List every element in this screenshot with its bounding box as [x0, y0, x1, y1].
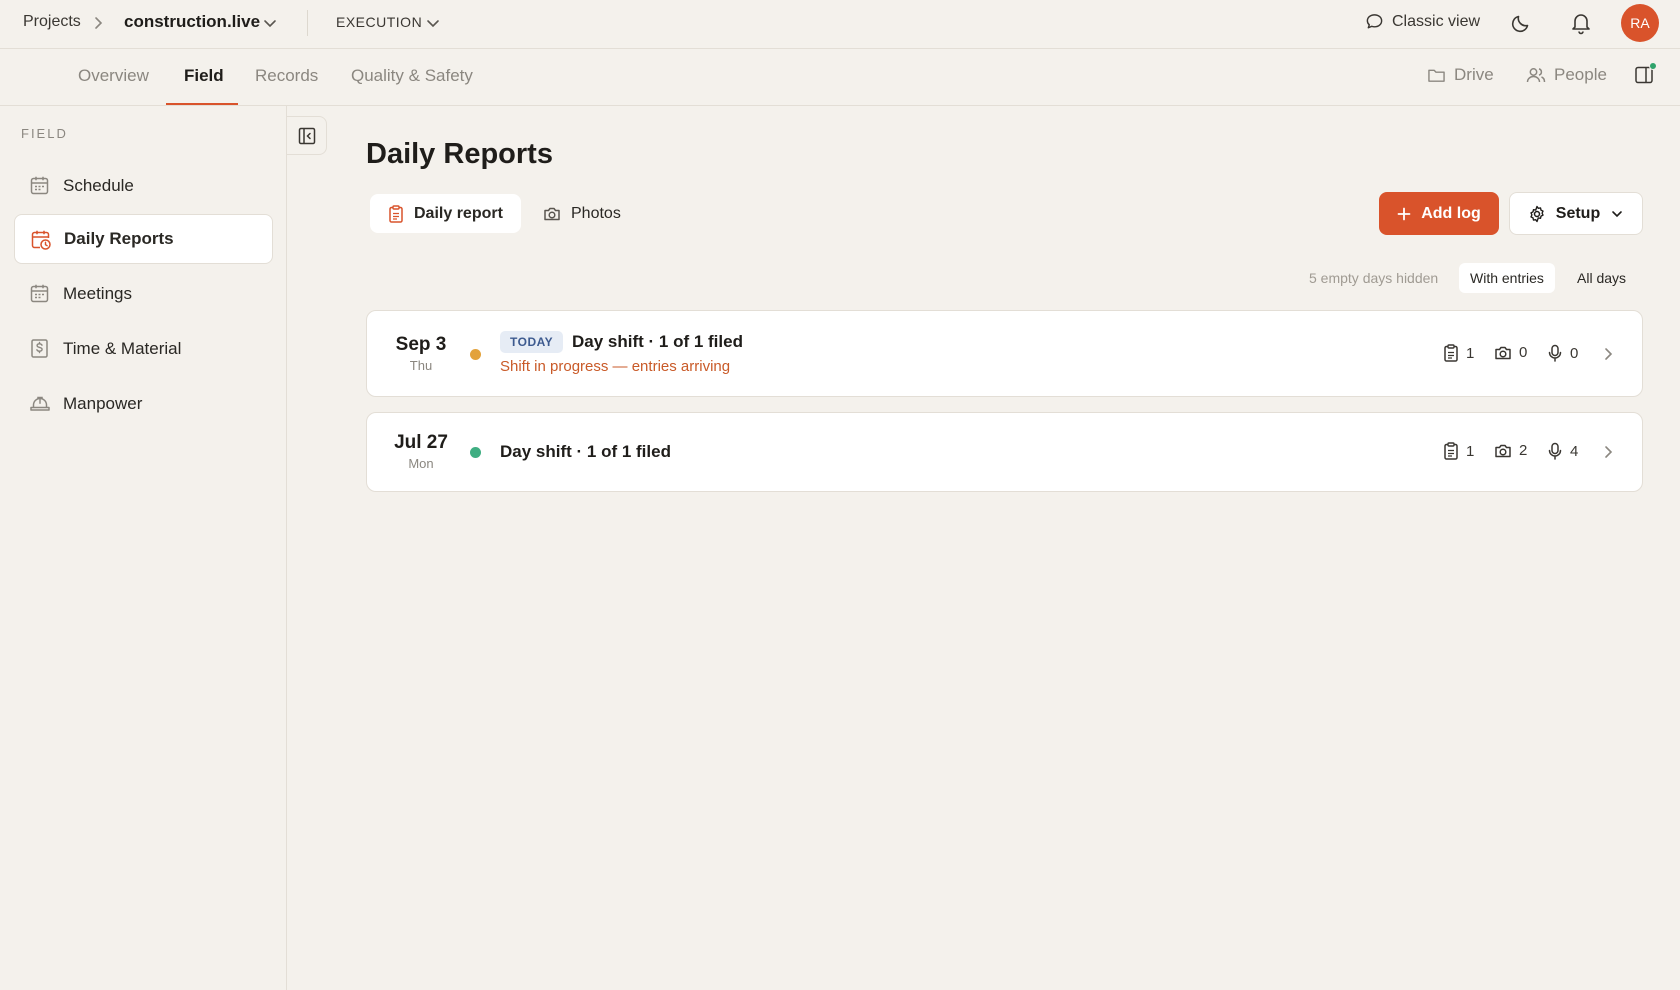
sidebar-item-daily-reports[interactable]: Daily Reports	[14, 214, 273, 264]
tab-field[interactable]: Field	[184, 66, 224, 86]
sidebar-item-meetings[interactable]: Meetings	[14, 269, 273, 319]
bell-icon[interactable]	[1570, 11, 1592, 35]
people-icon	[1526, 66, 1546, 84]
status-dot	[1649, 62, 1657, 70]
classic-view-button[interactable]: Classic view	[1365, 12, 1480, 31]
sidebar-item-label: Meetings	[63, 284, 132, 303]
calendar-icon	[29, 175, 50, 196]
microphone-icon	[1547, 442, 1563, 460]
camera-icon	[1494, 345, 1512, 361]
photos-count: 2	[1494, 442, 1527, 459]
entry-subtitle: Shift in progress — entries arriving	[500, 358, 731, 375]
gear-icon	[1528, 205, 1546, 223]
clipboard-icon	[1443, 344, 1459, 362]
camera-icon	[543, 206, 561, 222]
calendar-icon	[29, 283, 50, 304]
drive-label: Drive	[1454, 65, 1494, 84]
moon-icon[interactable]	[1510, 12, 1532, 34]
entry-date: Jul 27	[394, 432, 448, 453]
active-tab-indicator	[166, 103, 238, 105]
sidebar-item-label: Daily Reports	[64, 229, 174, 248]
hard-hat-icon	[29, 393, 51, 414]
tab-records[interactable]: Records	[255, 66, 318, 86]
sidebar-heading: FIELD	[21, 126, 68, 141]
voice-notes-count-value: 0	[1570, 344, 1579, 362]
sidebar-collapse-icon	[298, 127, 316, 145]
tab-quality-safety[interactable]: Quality & Safety	[351, 66, 473, 86]
chevron-right-icon[interactable]	[1602, 444, 1616, 460]
daily-report-row[interactable]: Sep 3 Thu TODAY Day shift · 1 of 1 filed…	[366, 310, 1643, 397]
chevron-down-icon[interactable]	[425, 15, 441, 31]
filter-all-days[interactable]: All days	[1566, 263, 1637, 293]
people-button[interactable]: People	[1526, 65, 1607, 85]
add-log-button[interactable]: Add log	[1379, 192, 1499, 235]
camera-icon	[1494, 443, 1512, 459]
today-badge: TODAY	[500, 331, 564, 353]
tab-photos[interactable]: Photos	[525, 194, 639, 233]
tab-label: Daily report	[414, 204, 503, 222]
reports-count-value: 1	[1466, 442, 1475, 460]
voice-notes-count-value: 4	[1570, 442, 1579, 460]
entry-date: Sep 3	[395, 334, 447, 355]
voice-notes-count: 4	[1547, 442, 1578, 460]
folder-icon	[1427, 67, 1446, 84]
sidebar: FIELD Schedule Daily Reports Meetings Ti…	[0, 106, 287, 990]
daily-report-row[interactable]: Jul 27 Mon Day shift · 1 of 1 filed 1 2 …	[366, 412, 1643, 492]
clipboard-icon	[388, 204, 404, 223]
chat-bubble-icon	[1365, 12, 1384, 31]
phase-selector[interactable]: EXECUTION	[336, 14, 422, 30]
chevron-right-icon[interactable]	[1602, 346, 1616, 362]
chevron-down-icon	[1610, 207, 1624, 221]
setup-label: Setup	[1555, 204, 1601, 222]
project-switcher[interactable]: construction.live	[124, 12, 260, 32]
people-label: People	[1554, 65, 1607, 84]
entry-weekday: Mon	[408, 456, 434, 471]
setup-button[interactable]: Setup	[1509, 192, 1643, 235]
collapse-sidebar-button[interactable]	[287, 116, 327, 155]
hidden-days-note: 5 empty days hidden	[1309, 270, 1439, 286]
calendar-clock-icon	[30, 229, 52, 251]
clipboard-icon	[1443, 442, 1459, 460]
reports-count: 1	[1443, 344, 1474, 362]
tab-daily-report[interactable]: Daily report	[370, 194, 521, 233]
entry-title: Day shift · 1 of 1 filed	[572, 332, 743, 351]
photos-count-value: 2	[1519, 442, 1528, 459]
sidebar-item-manpower[interactable]: Manpower	[14, 379, 273, 429]
filter-with-entries[interactable]: With entries	[1459, 263, 1555, 293]
sidebar-item-label: Manpower	[63, 394, 143, 413]
sidebar-item-schedule[interactable]: Schedule	[14, 161, 273, 211]
user-avatar[interactable]: RA	[1621, 4, 1659, 42]
tab-label: Photos	[571, 204, 621, 222]
tab-overview[interactable]: Overview	[78, 66, 149, 86]
photos-count-value: 0	[1519, 344, 1528, 361]
plus-icon	[1397, 207, 1411, 221]
reports-count: 1	[1443, 442, 1474, 460]
status-dot	[470, 447, 481, 458]
drive-button[interactable]: Drive	[1427, 65, 1494, 85]
status-dot	[470, 349, 481, 360]
classic-view-label: Classic view	[1392, 12, 1481, 30]
add-log-label: Add log	[1421, 204, 1481, 222]
divider	[307, 10, 308, 36]
sidebar-item-label: Schedule	[63, 176, 134, 195]
voice-notes-count: 0	[1547, 344, 1578, 362]
photos-count: 0	[1494, 344, 1527, 361]
chevron-right-icon	[92, 15, 106, 31]
page-title: Daily Reports	[366, 138, 553, 170]
top-bar: Projects construction.live EXECUTION Cla…	[0, 0, 1680, 49]
reports-count-value: 1	[1466, 344, 1475, 362]
microphone-icon	[1547, 344, 1563, 362]
breadcrumb-projects-link[interactable]: Projects	[23, 13, 81, 31]
entry-title: Day shift · 1 of 1 filed	[500, 442, 671, 461]
section-nav: Overview Field Records Quality & Safety …	[0, 49, 1680, 106]
sidebar-item-time-material[interactable]: Time & Material	[14, 324, 273, 374]
dollar-receipt-icon	[29, 338, 50, 359]
chevron-down-icon[interactable]	[262, 15, 278, 31]
entry-weekday: Thu	[409, 358, 433, 373]
sidebar-item-label: Time & Material	[63, 339, 182, 358]
